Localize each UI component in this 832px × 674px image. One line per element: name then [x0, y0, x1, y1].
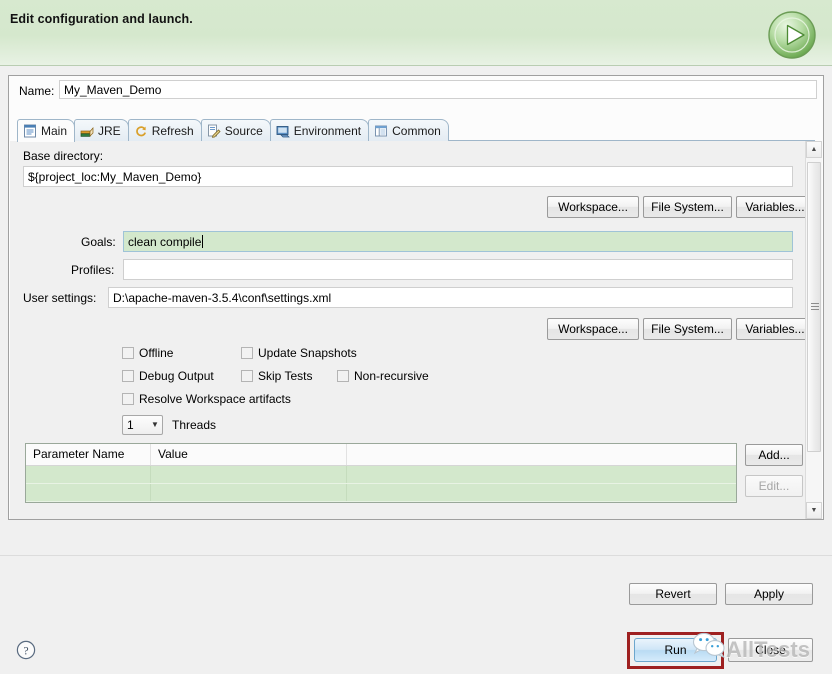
table-cell — [151, 466, 347, 483]
checkbox-resolve-workspace-artifacts-label: Resolve Workspace artifacts — [139, 392, 291, 406]
checkbox-non-recursive-label: Non-recursive — [354, 369, 429, 383]
refresh-icon — [134, 124, 148, 138]
close-button[interactable]: Close — [728, 638, 813, 662]
scrollbar-thumb[interactable] — [807, 162, 821, 452]
tab-bar: Main JRE Refresh Source Environment Comm… — [17, 119, 815, 142]
vertical-scrollbar[interactable]: ▲ ▼ — [805, 141, 822, 519]
threads-label: Threads — [172, 418, 217, 432]
edit-parameter-button: Edit... — [745, 475, 803, 497]
checkbox-box-icon — [241, 347, 253, 359]
base-file-system-button[interactable]: File System... — [643, 196, 732, 218]
scrollbar-grip-icon — [811, 303, 819, 311]
settings-file-system-button[interactable]: File System... — [643, 318, 732, 340]
user-settings-input[interactable]: D:\apache-maven-3.5.4\conf\settings.xml — [108, 287, 793, 308]
chevron-down-icon: ▼ — [151, 420, 159, 429]
checkbox-update-snapshots[interactable]: Update Snapshots — [241, 346, 357, 360]
name-label: Name: — [19, 84, 55, 98]
source-icon — [207, 124, 221, 138]
table-header-row: Parameter Name Value — [26, 444, 736, 466]
table-cell — [151, 484, 347, 501]
books-icon — [80, 124, 94, 138]
document-icon — [23, 124, 37, 138]
help-question-icon[interactable]: ? — [16, 640, 36, 660]
base-directory-input[interactable]: ${project_loc:My_Maven_Demo} — [23, 166, 793, 187]
dialog-body: Name: My_Maven_Demo Main JRE Refresh Sou… — [0, 66, 832, 669]
dialog-title: Edit configuration and launch. — [10, 12, 193, 26]
checkbox-offline[interactable]: Offline — [122, 346, 173, 360]
goals-label: Goals: — [81, 235, 116, 249]
tab-common-label: Common — [392, 123, 441, 138]
name-input[interactable]: My_Maven_Demo — [59, 80, 817, 99]
footer-divider — [0, 555, 832, 556]
scroll-down-arrow-icon[interactable]: ▼ — [806, 502, 822, 519]
scroll-up-arrow-icon[interactable]: ▲ — [806, 141, 822, 158]
column-header-value: Value — [151, 444, 347, 465]
base-variables-button[interactable]: Variables... — [736, 196, 814, 218]
user-settings-label: User settings: — [23, 291, 97, 305]
revert-button[interactable]: Revert — [629, 583, 717, 605]
base-directory-label: Base directory: — [23, 149, 104, 163]
tab-jre-label: JRE — [98, 123, 121, 138]
tab-environment-label: Environment — [293, 123, 362, 138]
column-header-extra — [347, 444, 736, 465]
checkbox-skip-tests[interactable]: Skip Tests — [241, 369, 312, 383]
table-cell — [26, 466, 151, 483]
checkbox-box-icon — [122, 370, 134, 382]
run-button-highlight — [627, 632, 724, 669]
configuration-panel: Name: My_Maven_Demo Main JRE Refresh Sou… — [8, 75, 824, 520]
table-row[interactable] — [26, 466, 736, 484]
add-parameter-button[interactable]: Add... — [745, 444, 803, 466]
settings-workspace-button[interactable]: Workspace... — [547, 318, 639, 340]
tab-main[interactable]: Main — [17, 119, 76, 142]
checkbox-box-icon — [337, 370, 349, 382]
checkbox-box-icon — [241, 370, 253, 382]
table-row[interactable] — [26, 484, 736, 502]
checkbox-resolve-workspace-artifacts[interactable]: Resolve Workspace artifacts — [122, 392, 291, 406]
tab-refresh-label: Refresh — [151, 123, 194, 138]
parameters-table[interactable]: Parameter Name Value — [25, 443, 737, 503]
checkbox-update-snapshots-label: Update Snapshots — [258, 346, 357, 360]
main-tab-scrollport: Base directory: ${project_loc:My_Maven_D… — [10, 141, 814, 519]
checkbox-skip-tests-label: Skip Tests — [258, 369, 313, 383]
checkbox-debug-output[interactable]: Debug Output — [122, 369, 214, 383]
table-cell — [347, 466, 736, 483]
tab-source[interactable]: Source — [200, 119, 271, 141]
table-cell — [26, 484, 151, 501]
settings-variables-button[interactable]: Variables... — [736, 318, 814, 340]
checkbox-box-icon — [122, 347, 134, 359]
tab-main-label: Main — [41, 124, 68, 138]
profiles-input[interactable] — [123, 259, 793, 280]
checkbox-non-recursive[interactable]: Non-recursive — [337, 369, 429, 383]
text-caret — [202, 235, 204, 248]
goals-value: clean compile — [128, 235, 202, 249]
tab-refresh[interactable]: Refresh — [127, 119, 202, 141]
column-header-parameter-name: Parameter Name — [26, 444, 151, 465]
threads-dropdown[interactable]: 1 ▼ — [122, 415, 163, 435]
tab-common[interactable]: Common — [368, 119, 449, 141]
name-row: Name: My_Maven_Demo — [9, 76, 823, 104]
main-tab-content: Base directory: ${project_loc:My_Maven_D… — [10, 141, 822, 519]
profiles-label: Profiles: — [71, 263, 115, 277]
apply-button[interactable]: Apply — [725, 583, 813, 605]
tab-source-label: Source — [224, 123, 263, 138]
play-circle-icon — [766, 9, 818, 61]
base-workspace-button[interactable]: Workspace... — [547, 196, 639, 218]
environment-icon — [276, 124, 290, 138]
checkbox-debug-output-label: Debug Output — [139, 369, 214, 383]
checkbox-offline-label: Offline — [139, 346, 174, 360]
tab-jre[interactable]: JRE — [74, 119, 129, 141]
dialog-header: Edit configuration and launch. — [0, 0, 832, 66]
checkbox-box-icon — [122, 393, 134, 405]
common-icon — [374, 124, 388, 138]
table-cell — [347, 484, 736, 501]
goals-input[interactable]: clean compile — [123, 231, 793, 252]
tab-environment[interactable]: Environment — [269, 119, 370, 141]
threads-value: 1 — [127, 418, 134, 432]
svg-text:?: ? — [23, 645, 28, 657]
